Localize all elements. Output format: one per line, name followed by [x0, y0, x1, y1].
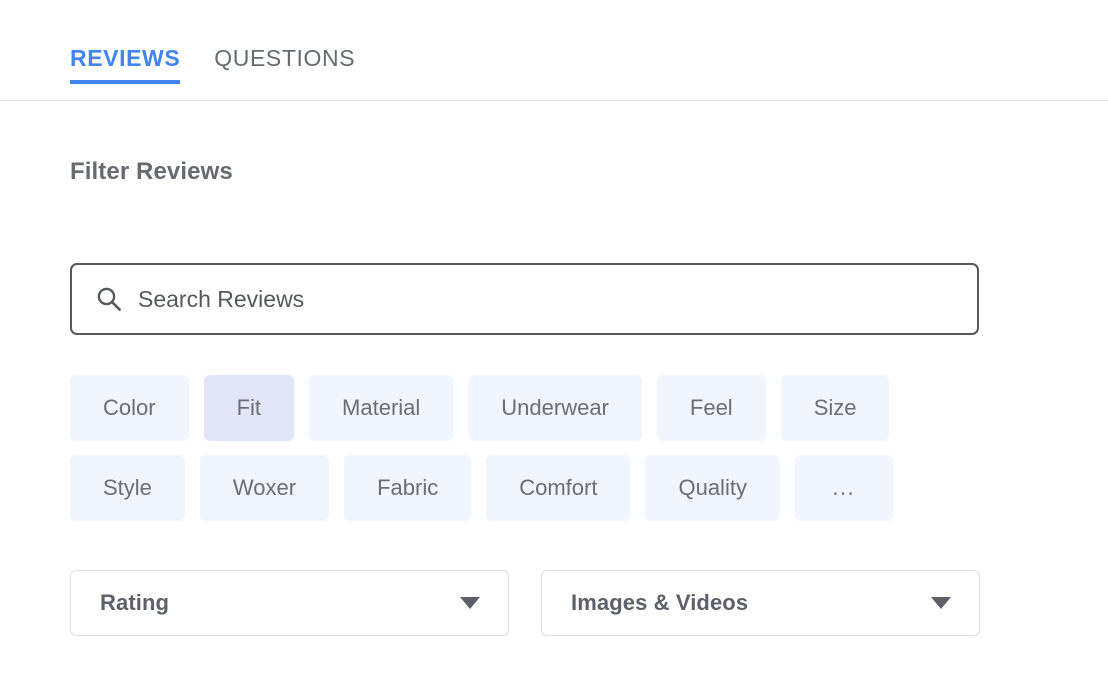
tab-questions[interactable]: QUESTIONS	[214, 44, 355, 95]
page-title: Filter Reviews	[70, 158, 233, 185]
chip-quality-label: Quality	[678, 475, 747, 500]
tab-list: REVIEWS QUESTIONS	[70, 44, 355, 95]
chip-fabric[interactable]: Fabric	[344, 455, 472, 521]
chip-fit-label: Fit	[236, 395, 262, 420]
rating-dropdown[interactable]: Rating	[70, 570, 509, 636]
images-videos-dropdown[interactable]: Images & Videos	[541, 570, 980, 636]
chevron-down-icon	[460, 597, 480, 609]
chip-comfort[interactable]: Comfort	[486, 455, 631, 521]
search-icon	[97, 287, 121, 311]
chip-size-label: Size	[813, 395, 857, 420]
chip-material[interactable]: Material	[309, 375, 454, 441]
chip-style[interactable]: Style	[70, 455, 185, 521]
chip-more-options[interactable]: …	[794, 455, 893, 521]
chip-color-label: Color	[103, 395, 156, 420]
chip-fabric-label: Fabric	[377, 475, 439, 500]
chip-feel[interactable]: Feel	[656, 375, 766, 441]
chip-color[interactable]: Color	[70, 375, 189, 441]
chip-woxer-label: Woxer	[232, 475, 297, 500]
chip-underwear-label: Underwear	[501, 395, 609, 420]
chip-underwear[interactable]: Underwear	[468, 375, 642, 441]
chip-material-label: Material	[342, 395, 421, 420]
rating-dropdown-label: Rating	[100, 590, 170, 615]
tab-active-indicator	[70, 80, 181, 84]
filter-chip-row-2: Style Woxer Fabric Comfort Quality …	[70, 455, 1070, 521]
tab-questions-label: QUESTIONS	[214, 45, 356, 71]
chevron-down-icon	[931, 597, 951, 609]
images-videos-dropdown-label: Images & Videos	[571, 590, 749, 615]
chip-quality[interactable]: Quality	[645, 455, 780, 521]
tab-reviews-label: REVIEWS	[70, 45, 181, 71]
filter-chip-row-1: Color Fit Material Underwear Feel Size	[70, 375, 1070, 441]
search-reviews-box[interactable]	[70, 263, 979, 335]
chip-fit[interactable]: Fit	[203, 375, 295, 441]
tab-reviews[interactable]: REVIEWS	[70, 44, 181, 95]
chip-size[interactable]: Size	[780, 375, 890, 441]
reviews-filter-panel: REVIEWS QUESTIONS Filter Reviews Color F…	[0, 0, 1108, 676]
chip-more-label: …	[830, 474, 857, 501]
chip-style-label: Style	[103, 475, 152, 500]
search-input[interactable]	[138, 279, 977, 319]
chip-woxer[interactable]: Woxer	[199, 455, 330, 521]
chip-comfort-label: Comfort	[519, 475, 598, 500]
chip-feel-label: Feel	[689, 395, 733, 420]
filter-dropdown-group: Rating Images & Videos	[70, 570, 980, 636]
tab-bar: REVIEWS QUESTIONS	[0, 0, 1108, 101]
filter-chip-group: Color Fit Material Underwear Feel Size S…	[70, 375, 1070, 535]
